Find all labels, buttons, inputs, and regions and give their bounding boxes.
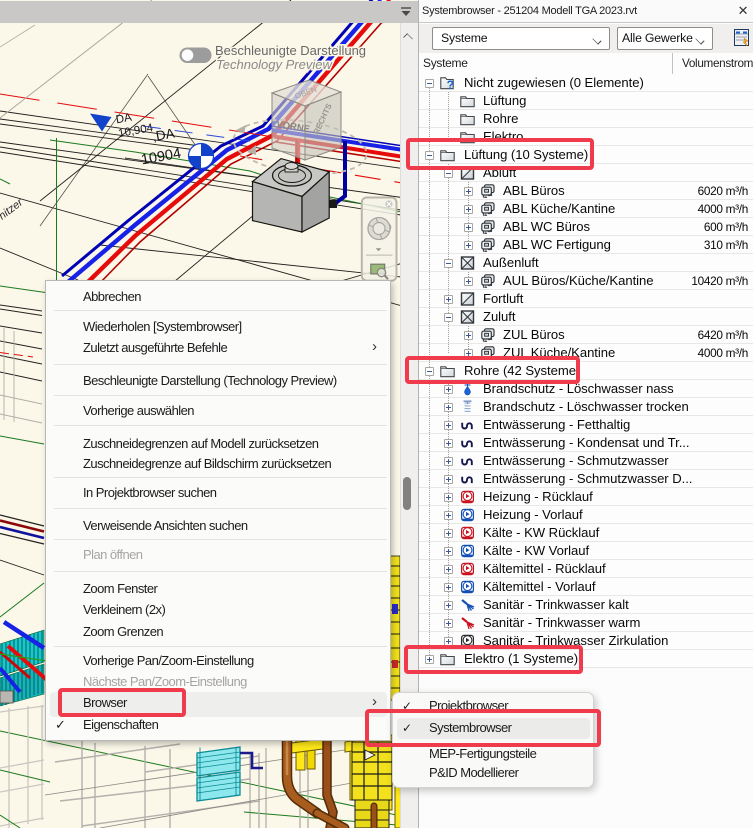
svg-text:Technology Preview: Technology Preview (216, 57, 333, 72)
svg-text:Beschleunigte Darstellung: Beschleunigte Darstellung (215, 43, 366, 58)
